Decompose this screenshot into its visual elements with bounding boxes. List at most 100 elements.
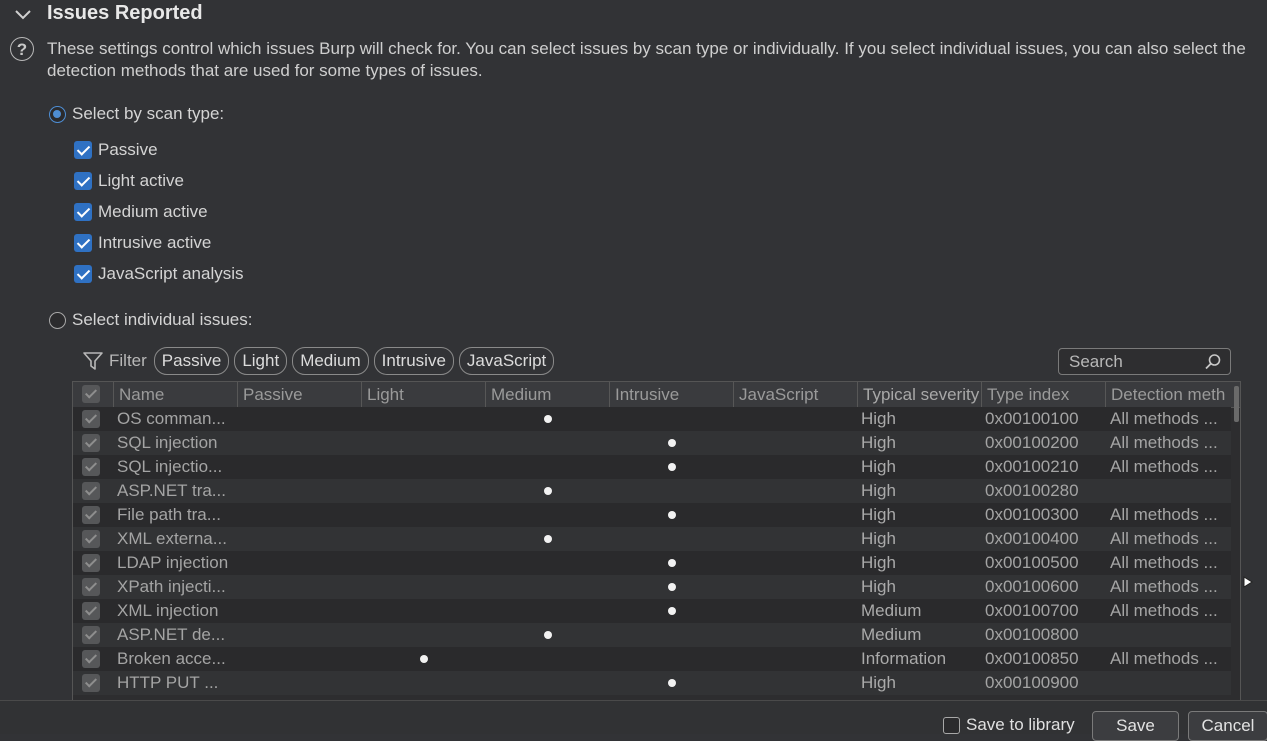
issue-name: XPath injecti... — [117, 577, 226, 596]
checkbox-checked-icon[interactable] — [82, 385, 100, 403]
column-header-javascript[interactable]: JavaScript — [734, 382, 858, 407]
scan-type-dot — [420, 655, 428, 663]
checkbox-checked-icon[interactable] — [82, 554, 100, 572]
scan-type-light-active-checkbox[interactable]: Light active — [74, 171, 184, 191]
checkbox-checked-icon[interactable] — [74, 141, 92, 159]
issue-name: SQL injectio... — [117, 457, 223, 476]
issue-type-index: 0x00100600 — [985, 577, 1079, 596]
checkbox-checked-icon[interactable] — [82, 578, 100, 596]
issue-detection-methods[interactable]: All methods ... — [1110, 455, 1228, 479]
table-row[interactable]: SQL injection High 0x00100200 All methods .… — [73, 431, 1231, 455]
issue-detection-methods[interactable]: All methods ... — [1110, 431, 1228, 455]
issue-type-index: 0x00100280 — [985, 481, 1079, 500]
checkbox-checked-icon[interactable] — [74, 203, 92, 221]
radio-unselected-icon[interactable] — [49, 311, 66, 329]
table-row[interactable]: Broken acce... Information 0x00100850 All m… — [73, 647, 1231, 671]
table-row[interactable]: OS comman... High 0x00100100 All methods ..… — [73, 407, 1231, 431]
search-box[interactable] — [1058, 348, 1231, 375]
cancel-button[interactable]: Cancel — [1188, 711, 1267, 741]
scan-type-javascript-analysis-checkbox[interactable]: JavaScript analysis — [74, 264, 244, 284]
checkbox-checked-icon[interactable] — [82, 458, 100, 476]
issue-detection-methods[interactable] — [1110, 671, 1228, 695]
issue-name: XML externa... — [117, 529, 227, 548]
scan-type-medium-active-checkbox[interactable]: Medium active — [74, 202, 208, 222]
table-row[interactable]: XML externa... High 0x00100400 All methods … — [73, 527, 1231, 551]
table-row[interactable]: LDAP injection High 0x00100500 All methods … — [73, 551, 1231, 575]
radio-selected-icon[interactable] — [49, 105, 66, 123]
save-to-library-checkbox[interactable]: Save to library — [943, 715, 1075, 735]
issue-name: OS comman... — [117, 409, 226, 428]
scan-type-dot — [544, 487, 552, 495]
checkbox-checked-icon[interactable] — [82, 626, 100, 644]
filter-chip-passive[interactable]: Passive — [153, 347, 230, 375]
select-by-scan-type-radio[interactable]: Select by scan type: — [49, 104, 224, 124]
issue-detection-methods[interactable]: All methods ... — [1110, 575, 1228, 599]
issue-detection-methods[interactable]: All methods ... — [1110, 647, 1228, 671]
issue-name: File path tra... — [117, 505, 221, 524]
checkbox-checked-icon[interactable] — [82, 530, 100, 548]
issue-name: ASP.NET tra... — [117, 481, 226, 500]
checkbox-label: Intrusive active — [98, 233, 212, 252]
checkbox-checked-icon[interactable] — [82, 410, 100, 428]
issue-detection-methods[interactable]: All methods ... — [1110, 527, 1228, 551]
issue-detection-methods[interactable]: All methods ... — [1110, 407, 1228, 431]
select-individual-issues-radio[interactable]: Select individual issues: — [49, 310, 252, 330]
table-row[interactable]: ASP.NET tra... High 0x00100280 — [73, 479, 1231, 503]
filter-chip-light[interactable]: Light — [234, 347, 288, 375]
checkbox-checked-icon[interactable] — [82, 482, 100, 500]
checkbox-unchecked-icon[interactable] — [943, 716, 960, 734]
column-header-type-index[interactable]: Type index — [982, 382, 1106, 407]
issue-severity: Information — [861, 649, 947, 668]
checkbox-checked-icon[interactable] — [82, 650, 100, 668]
checkbox-checked-icon[interactable] — [82, 674, 100, 692]
issue-detection-methods[interactable]: All methods ... — [1110, 551, 1228, 575]
issue-detection-methods[interactable]: All methods ... — [1110, 503, 1228, 527]
table-row[interactable]: SQL injectio... High 0x00100210 All methods… — [73, 455, 1231, 479]
issue-detection-methods[interactable] — [1110, 479, 1228, 503]
scan-type-intrusive-active-checkbox[interactable]: Intrusive active — [74, 233, 211, 253]
filter-chip-medium[interactable]: Medium — [292, 347, 369, 375]
table-row[interactable]: XML injection Medium 0x00100700 All methods… — [73, 599, 1231, 623]
table-row[interactable]: ASP.NET de... Medium 0x00100800 — [73, 623, 1231, 647]
issue-severity: High — [861, 433, 896, 452]
column-header-medium[interactable]: Medium — [486, 382, 610, 407]
chevron-down-icon[interactable] — [13, 7, 33, 23]
checkbox-checked-icon[interactable] — [82, 506, 100, 524]
section-title: Issues Reported — [47, 2, 203, 24]
issue-detection-methods[interactable]: All methods ... — [1110, 599, 1228, 623]
issue-detection-methods[interactable] — [1110, 623, 1228, 647]
search-input[interactable] — [1067, 351, 1206, 373]
table-scrollbar[interactable] — [1233, 383, 1239, 699]
column-header-detection-methods[interactable]: Detection meth — [1106, 382, 1230, 407]
checkbox-checked-icon[interactable] — [82, 434, 100, 452]
column-header-intrusive[interactable]: Intrusive — [610, 382, 734, 407]
column-header-typical-severity[interactable]: Typical severity — [858, 382, 982, 407]
issue-name: SQL injection — [117, 433, 218, 452]
search-icon[interactable] — [1204, 353, 1222, 371]
scan-type-passive-checkbox[interactable]: Passive — [74, 140, 158, 160]
column-header-light[interactable]: Light — [362, 382, 486, 407]
checkbox-checked-icon[interactable] — [82, 602, 100, 620]
save-button[interactable]: Save — [1092, 711, 1179, 741]
table-row[interactable]: XPath injecti... High 0x00100600 All method… — [73, 575, 1231, 599]
issue-severity: Medium — [861, 601, 922, 620]
filter-icon — [83, 352, 103, 370]
checkbox-checked-icon[interactable] — [74, 234, 92, 252]
issue-severity: Medium — [861, 625, 922, 644]
table-row[interactable]: File path tra... High 0x00100300 All method… — [73, 503, 1231, 527]
issue-type-index: 0x00100210 — [985, 457, 1079, 476]
table-row[interactable]: HTTP PUT ... High 0x00100900 — [73, 671, 1231, 695]
issue-name: ASP.NET de... — [117, 625, 226, 644]
issue-name: HTTP PUT ... — [117, 673, 219, 692]
header-select-all[interactable] — [73, 382, 114, 407]
filter-label: Filter — [109, 351, 147, 370]
filter-chip-javascript[interactable]: JavaScript — [458, 347, 555, 375]
column-header-name[interactable]: Name — [114, 382, 238, 407]
issue-type-index: 0x00100500 — [985, 553, 1079, 572]
checkbox-checked-icon[interactable] — [74, 265, 92, 283]
help-icon[interactable]: ? — [10, 37, 34, 61]
checkbox-checked-icon[interactable] — [74, 172, 92, 190]
filter-chip-intrusive[interactable]: Intrusive — [373, 347, 454, 375]
column-header-passive[interactable]: Passive — [238, 382, 362, 407]
table-scrollbar-thumb[interactable] — [1234, 386, 1239, 422]
